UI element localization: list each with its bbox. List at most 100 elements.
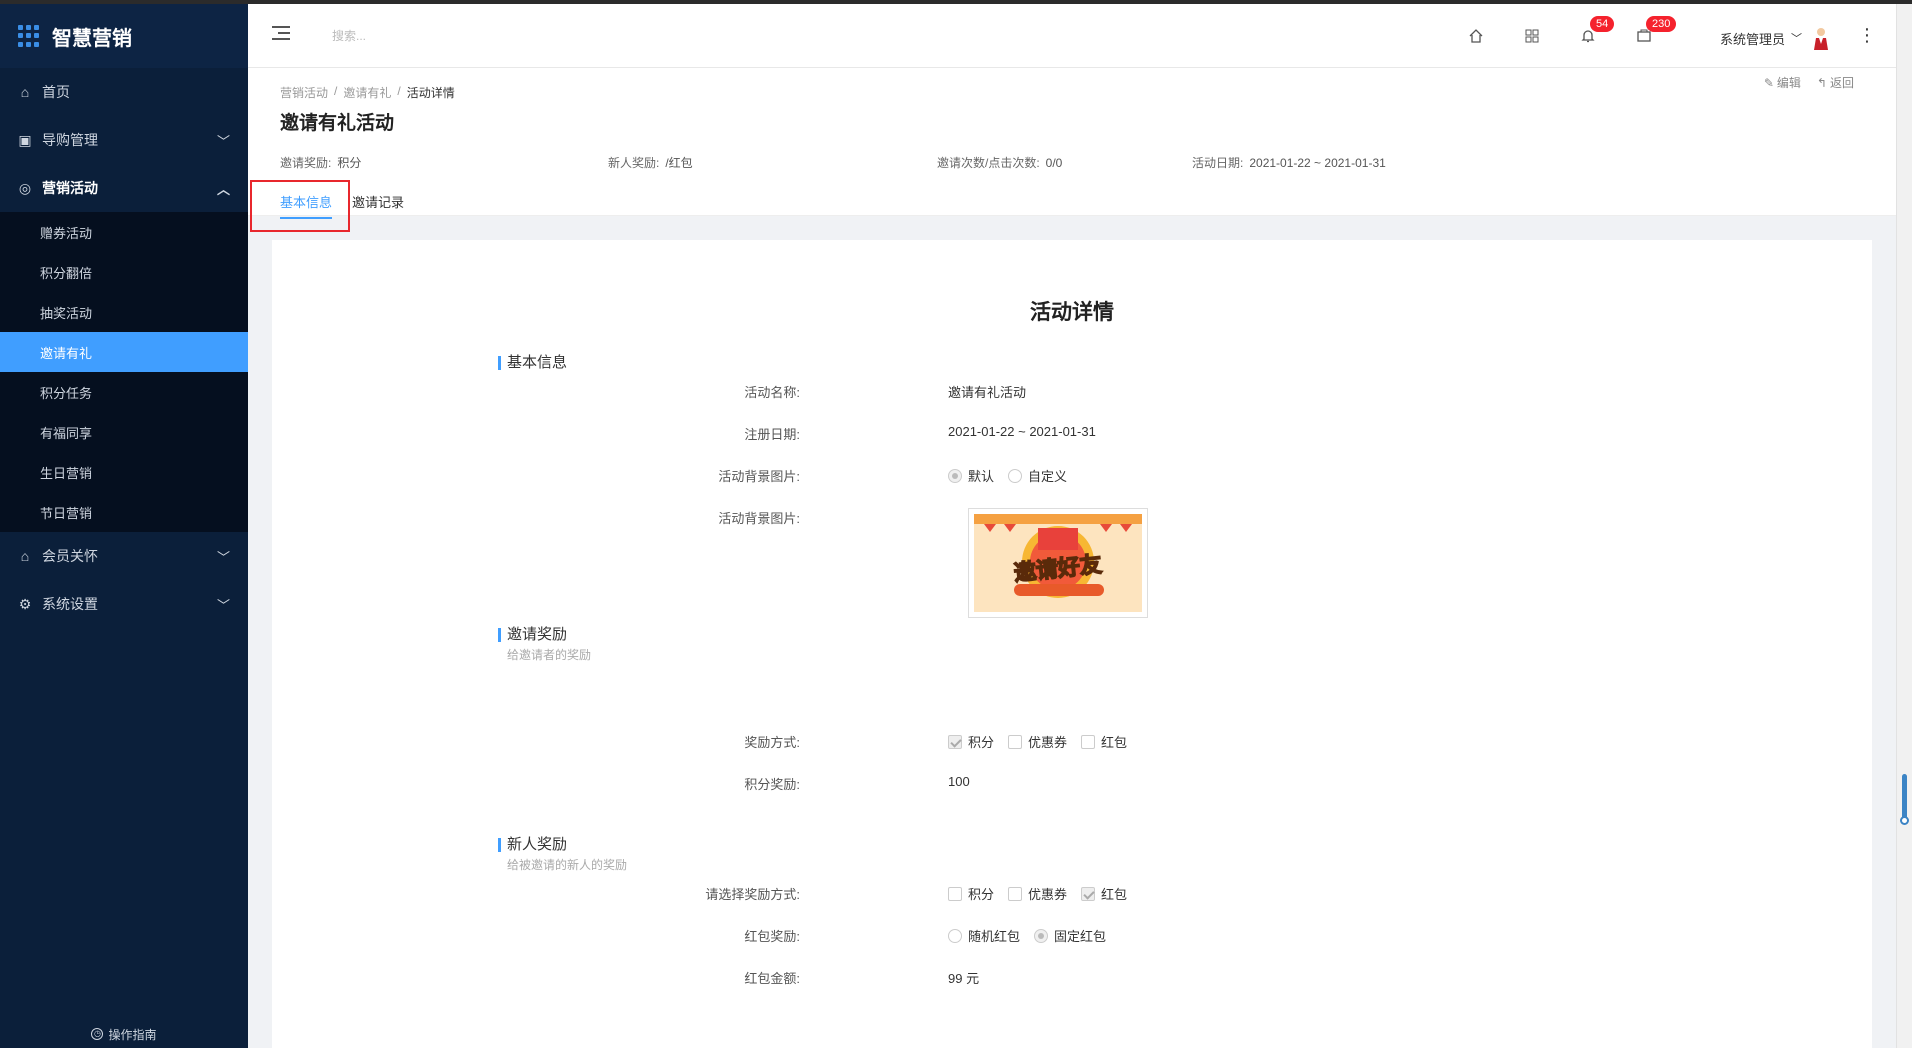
checkbox-group: 积分 优惠券 红包 <box>948 884 1141 903</box>
marketing-submenu: 赠券活动 积分翻倍 抽奖活动 邀请有礼 积分任务 有福同享 生日营销 节日营销 <box>0 212 248 532</box>
back-button[interactable]: ↰ 返回 <box>1817 74 1854 91</box>
tab-highlight-box <box>250 180 350 232</box>
sidebar-subitem-holiday[interactable]: 节日营销 <box>0 492 248 532</box>
message-badge: 230 <box>1646 16 1677 32</box>
radio-button[interactable] <box>948 468 962 483</box>
edit-label: 编辑 <box>1776 76 1801 90</box>
brand-logo[interactable]: 智慧营销 <box>0 4 248 68</box>
section-basic-info: 基本信息 <box>498 355 567 370</box>
radio-default[interactable]: 默认 <box>948 466 994 485</box>
field-label: 积分奖励: <box>744 777 800 792</box>
radio-button[interactable] <box>948 928 962 943</box>
message-icon[interactable]: 230 <box>1632 16 1677 48</box>
checkbox[interactable] <box>1008 734 1023 749</box>
breadcrumb-current: 活动详情 <box>406 86 455 100</box>
radio-button[interactable] <box>1008 468 1023 483</box>
sidebar-item-shopping-guide[interactable]: ▣ 导购管理 ﹀ <box>0 116 248 164</box>
return-icon: ↰ <box>1816 75 1827 90</box>
radio-fixed-redpack[interactable]: 固定红包 <box>1034 926 1106 945</box>
sidebar: 智慧营销 ⌂ 首页 ▣ 导购管理 ﹀ ◎ 营销活动 ︿ 赠券活动 积分翻倍 抽奖… <box>0 4 248 1048</box>
checkbox[interactable] <box>948 886 962 901</box>
checkbox-points[interactable]: 积分 <box>948 732 994 751</box>
sidebar-item-label: 导购管理 <box>42 132 98 148</box>
home-icon: ⌂ <box>20 84 30 100</box>
sidebar-subitem-points-task[interactable]: 积分任务 <box>0 372 248 412</box>
sidebar-item-label: 会员关怀 <box>42 548 98 564</box>
sidebar-subitem-birthday[interactable]: 生日营销 <box>0 452 248 492</box>
sidebar-item-member-care[interactable]: ⌂ 会员关怀 ﹀ <box>0 532 248 580</box>
sidebar-subitem-double-points[interactable]: 积分翻倍 <box>0 252 248 292</box>
sidebar-item-marketing[interactable]: ◎ 营销活动 ︿ <box>0 164 248 212</box>
section-invite-reward: 邀请奖励 给邀请者的奖励 <box>498 627 592 663</box>
checkbox-coupon[interactable]: 优惠券 <box>1008 884 1067 903</box>
section-title: 邀请奖励 <box>498 627 591 642</box>
checkbox-label: 优惠券 <box>1028 887 1068 902</box>
detail-title: 活动详情 <box>1030 301 1114 324</box>
user-menu[interactable]: 系统管理员 ﹀ <box>1720 26 1830 50</box>
background-image: 邀请好友 <box>974 514 1142 612</box>
apps-icon[interactable] <box>1520 24 1544 48</box>
chevron-down-icon: ﹀ <box>216 597 230 613</box>
checkbox[interactable] <box>1081 886 1096 901</box>
breadcrumb-item[interactable]: 营销活动 <box>280 84 328 101</box>
target-icon: ◎ <box>18 179 32 196</box>
tab-invite-records[interactable]: 邀请记录 <box>352 192 404 219</box>
menu-toggle-icon[interactable] <box>272 26 290 42</box>
checkbox-redpack[interactable]: 红包 <box>1081 884 1127 903</box>
meta-activity-date: 活动日期: 2021-01-22 ~ 2021-01-31 <box>1192 154 1386 171</box>
sidebar-subitem-share[interactable]: 有福同享 <box>0 412 248 452</box>
field-label: 注册日期: <box>744 427 800 442</box>
vertical-scrollbar[interactable] <box>1896 4 1912 1048</box>
radio-label: 固定红包 <box>1054 929 1107 944</box>
section-title: 基本信息 <box>498 355 567 370</box>
field-value: 100 <box>948 774 970 789</box>
checkbox-label: 积分 <box>968 887 995 902</box>
background-image-preview[interactable]: 邀请好友 <box>968 508 1148 618</box>
radio-label: 自定义 <box>1028 469 1068 484</box>
edit-button[interactable]: ✎ 编辑 <box>1764 74 1801 91</box>
page-title: 邀请有礼活动 <box>280 113 395 134</box>
section-subtitle: 给邀请者的奖励 <box>507 648 592 662</box>
more-vertical-icon[interactable]: ⋮ <box>1858 26 1876 44</box>
header-actions: ✎ 编辑 ↰ 返回 <box>1748 74 1854 91</box>
home-icon[interactable] <box>1464 24 1488 48</box>
checkbox-points[interactable]: 积分 <box>948 884 994 903</box>
sidebar-item-label: 系统设置 <box>42 596 98 612</box>
field-label: 活动名称: <box>744 385 800 400</box>
field-label: 请选择奖励方式: <box>705 887 800 902</box>
sidebar-item-label: 首页 <box>42 84 70 100</box>
gear-icon: ⚙ <box>18 595 32 612</box>
notification-badge: 54 <box>1590 16 1615 32</box>
sidebar-subitem-coupon[interactable]: 赠券活动 <box>0 212 248 252</box>
checkbox-redpack[interactable]: 红包 <box>1081 732 1127 751</box>
meta-newbie-reward: 新人奖励: /红包 <box>608 154 693 171</box>
sidebar-item-settings[interactable]: ⚙ 系统设置 ﹀ <box>0 580 248 628</box>
guide-label: 操作指南 <box>108 1027 157 1042</box>
checkbox[interactable] <box>1081 734 1096 749</box>
breadcrumb-item[interactable]: 邀请有礼 <box>343 84 391 101</box>
checkbox[interactable] <box>948 734 962 749</box>
guide-link[interactable]: ◷ 操作指南 <box>0 1020 248 1048</box>
checkbox[interactable] <box>1008 886 1023 901</box>
field-value: 邀请好友 <box>968 508 1148 618</box>
meta-invite-count: 邀请次数/点击次数: 0/0 <box>937 154 1062 171</box>
checkbox-group: 积分 优惠券 红包 <box>948 732 1141 751</box>
search-input[interactable] <box>332 24 532 48</box>
field-value: 2021-01-22 ~ 2021-01-31 <box>948 424 1096 439</box>
field-label: 奖励方式: <box>744 735 800 750</box>
radio-custom[interactable]: 自定义 <box>1008 466 1067 485</box>
meta-label: 邀请次数/点击次数: <box>937 156 1040 170</box>
sidebar-item-home[interactable]: ⌂ 首页 <box>0 68 248 116</box>
breadcrumb: 营销活动 / 邀请有礼 / 活动详情 <box>280 84 455 101</box>
checkbox-label: 红包 <box>1101 887 1128 902</box>
detail-card: 活动详情 基本信息 活动名称: 邀请有礼活动 注册日期: 2021-01-22 … <box>272 240 1872 1048</box>
bell-icon[interactable]: 54 <box>1576 16 1615 48</box>
radio-random-redpack[interactable]: 随机红包 <box>948 926 1020 945</box>
sidebar-subitem-lottery[interactable]: 抽奖活动 <box>0 292 248 332</box>
sidebar-subitem-invite[interactable]: 邀请有礼 <box>0 332 248 372</box>
scrollbar-knob[interactable] <box>1900 816 1909 825</box>
radio-button[interactable] <box>1034 928 1049 943</box>
checkbox-coupon[interactable]: 优惠券 <box>1008 732 1067 751</box>
chevron-down-icon: ﹀ <box>216 549 230 565</box>
checkbox-label: 红包 <box>1101 735 1128 750</box>
